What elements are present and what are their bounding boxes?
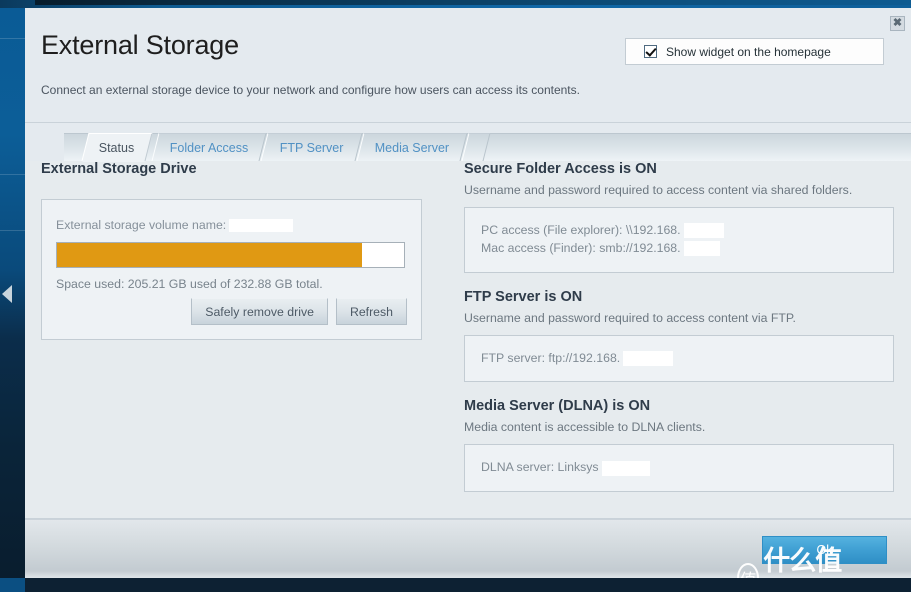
ftp-server-group: FTP Server is ON Username and password r… — [464, 289, 894, 383]
page-subtitle: Connect an external storage device to yo… — [41, 83, 580, 97]
mac-access-line: Mac access (Finder): smb://192.168. — [481, 240, 877, 258]
space-used-text: Space used: 205.21 GB used of 232.88 GB … — [56, 277, 323, 291]
dlna-server-line: DLNA server: Linksys — [481, 459, 877, 477]
external-storage-drive-heading: External Storage Drive — [41, 161, 197, 177]
pc-access-line: PC access (File explorer): \\192.168. — [481, 222, 877, 240]
ftp-server-line: FTP server: ftp://192.168. — [481, 350, 877, 368]
dlna-server-name-redacted — [601, 460, 650, 476]
media-server-infobox: DLNA server: Linksys — [464, 444, 894, 493]
ftp-server-description: Username and password required to access… — [464, 310, 796, 325]
tab-bar: Status Folder Access FTP Server Media Se… — [25, 123, 911, 161]
media-server-group: Media Server (DLNA) is ON Media content … — [464, 398, 894, 493]
tab-content-status: External Storage Drive External storage … — [25, 161, 911, 518]
window-bottom-bar-accent — [0, 578, 25, 592]
volume-name-value-redacted — [229, 218, 294, 232]
secure-folder-access-group: Secure Folder Access is ON Username and … — [464, 161, 894, 273]
volume-name-label: External storage volume name: — [56, 218, 227, 232]
media-server-heading: Media Server (DLNA) is ON — [464, 398, 651, 415]
rail-divider — [0, 174, 25, 175]
ftp-server-infobox: FTP server: ftp://192.168. — [464, 334, 894, 383]
page-title: External Storage — [41, 30, 239, 60]
safely-remove-drive-button[interactable]: Safely remove drive — [191, 298, 328, 325]
secure-folder-access-description: Username and password required to access… — [464, 183, 853, 197]
volume-name-row: External storage volume name: — [56, 218, 407, 232]
mac-access-ip-redacted — [683, 241, 720, 257]
external-storage-dialog: ✖ External Storage Connect an external s… — [25, 8, 911, 578]
rail-divider — [0, 38, 25, 39]
show-widget-checkbox[interactable] — [644, 45, 657, 58]
right-column: Secure Folder Access is ON Username and … — [464, 161, 894, 493]
show-widget-label: Show widget on the homepage — [666, 44, 831, 59]
ftp-server-heading: FTP Server is ON — [464, 288, 583, 305]
space-used-progressbar-fill — [57, 243, 363, 267]
drive-info-panel: External storage volume name: Space used… — [41, 199, 422, 340]
tab-ftp-server[interactable]: FTP Server — [260, 133, 363, 161]
drive-action-buttons: Safely remove drive Refresh — [191, 298, 407, 325]
window-bottom-bar — [0, 578, 911, 592]
dialog-footer: Ok — [25, 519, 911, 578]
left-column: External Storage Drive External storage … — [41, 161, 451, 340]
space-used-progressbar — [56, 242, 405, 268]
tab-folder-access[interactable]: Folder Access — [151, 133, 267, 161]
app-window: ✖ External Storage Connect an external s… — [0, 0, 911, 592]
ftp-ip-redacted — [623, 351, 674, 367]
secure-folder-access-heading: Secure Folder Access is ON — [464, 161, 657, 177]
window-titlebar-shadow — [35, 0, 911, 5]
collapse-panel-arrow-icon[interactable] — [2, 285, 12, 303]
media-server-description: Media content is accessible to DLNA clie… — [464, 420, 706, 435]
secure-folder-access-infobox: PC access (File explorer): \\192.168. Ma… — [464, 207, 894, 273]
pc-access-ip-redacted — [683, 223, 724, 239]
ok-button[interactable]: Ok — [762, 536, 887, 564]
left-navigation-rail[interactable] — [0, 8, 25, 578]
rail-divider — [0, 230, 25, 231]
show-widget-checkbox-row[interactable]: Show widget on the homepage — [625, 38, 884, 65]
refresh-button[interactable]: Refresh — [335, 298, 407, 325]
tab-status[interactable]: Status — [81, 133, 153, 161]
close-icon[interactable]: ✖ — [890, 16, 905, 31]
tab-media-server[interactable]: Media Server — [356, 133, 468, 161]
